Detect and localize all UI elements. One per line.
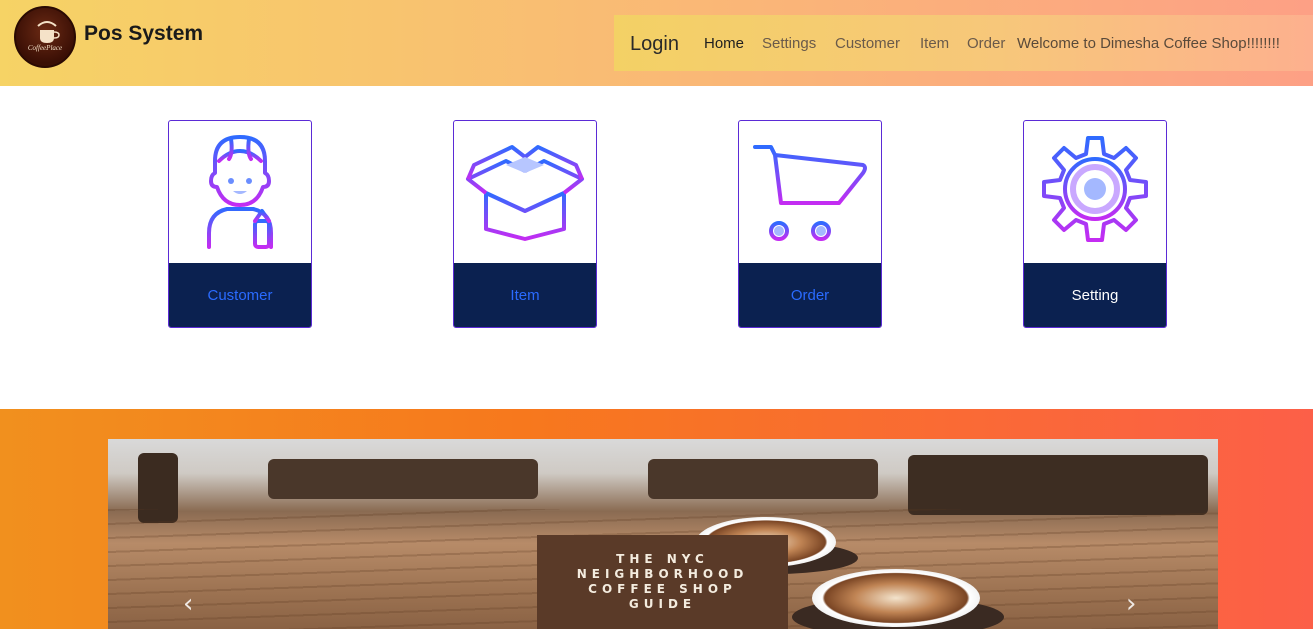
customer-card-label[interactable]: Customer <box>207 287 272 304</box>
gear-icon <box>1024 121 1166 263</box>
poster-line: THE NYC <box>616 552 709 566</box>
carousel-next-icon[interactable]: › <box>1126 589 1136 619</box>
coffee-guide-poster: THE NYC NEIGHBORHOOD COFFEE SHOP GUIDE <box>537 535 788 629</box>
nav-customer[interactable]: Customer <box>835 35 900 52</box>
setting-card-label[interactable]: Setting <box>1072 287 1119 304</box>
coffee-logo[interactable]: CoffeePlace <box>14 6 76 68</box>
item-card[interactable]: Item <box>453 120 597 328</box>
customer-icon <box>169 121 311 263</box>
nav-item[interactable]: Item <box>920 35 949 52</box>
item-card-label[interactable]: Item <box>510 287 539 304</box>
item-card-footer: Item <box>454 263 596 327</box>
customer-card-footer: Customer <box>169 263 311 327</box>
nav-home[interactable]: Home <box>704 35 744 52</box>
chair-shape <box>268 459 538 499</box>
top-header: CoffeePlace Pos System Login Home Settin… <box>0 0 1313 86</box>
navbar: Login Home Settings Customer Item Order … <box>614 15 1313 71</box>
order-card[interactable]: Order <box>738 120 882 328</box>
cart-icon <box>739 121 881 263</box>
customer-card[interactable]: Customer <box>168 120 312 328</box>
coffee-cup-logo-icon <box>37 21 60 43</box>
setting-card-footer: Setting <box>1024 263 1166 327</box>
brand-title: Pos System <box>84 22 204 45</box>
order-card-label[interactable]: Order <box>791 287 829 304</box>
nav-order[interactable]: Order <box>967 35 1005 52</box>
logo-text: CoffeePlace <box>27 44 63 52</box>
chair-shape <box>908 455 1208 515</box>
welcome-message: Welcome to Dimesha Coffee Shop!!!!!!!! <box>1017 35 1280 52</box>
hero-banner: THE NYC NEIGHBORHOOD COFFEE SHOP GUIDE ‹… <box>0 409 1313 629</box>
image-carousel[interactable]: THE NYC NEIGHBORHOOD COFFEE SHOP GUIDE ‹… <box>108 439 1218 629</box>
poster-line: GUIDE <box>628 597 697 611</box>
carousel-prev-icon[interactable]: ‹ <box>183 589 193 619</box>
order-card-footer: Order <box>739 263 881 327</box>
setting-card[interactable]: Setting <box>1023 120 1167 328</box>
nav-settings[interactable]: Settings <box>762 35 816 52</box>
nav-login[interactable]: Login <box>630 33 679 56</box>
box-icon <box>454 121 596 263</box>
coffee-cup <box>812 569 980 627</box>
chair-shape <box>648 459 878 499</box>
poster-line: NEIGHBORHOOD <box>576 567 749 581</box>
poster-line: COFFEE SHOP <box>588 582 737 596</box>
